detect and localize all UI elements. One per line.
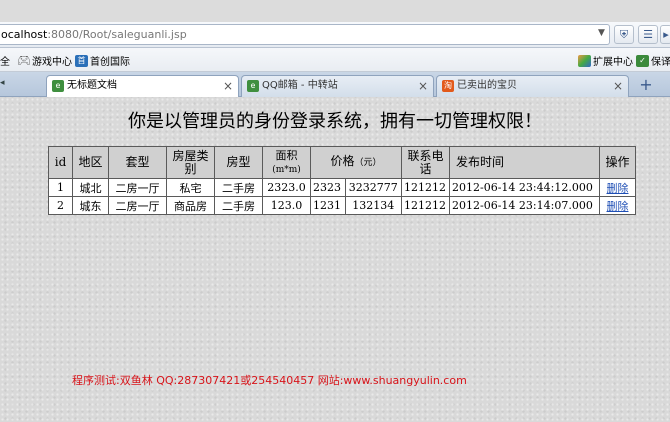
footer-credits: 程序测试:双鱼林 QQ:287307421或254540457 网站:www.s…: [72, 374, 467, 387]
listing-table: id 地区 套型 房屋类别 房型 面积 (m*m) 价格（元） 联系电话 发布时间…: [48, 146, 636, 215]
cell-time: 2012-06-14 23:44:12.000: [449, 178, 600, 197]
bookmark-label: 扩展中心: [593, 57, 633, 68]
cell-category: 私宅: [166, 178, 215, 197]
close-icon[interactable]: ×: [223, 76, 233, 96]
col-layout: 套型: [108, 146, 167, 179]
tab-sold-items[interactable]: 淘 已卖出的宝贝 ×: [436, 75, 629, 97]
table-row: 2 城东 二房一厅 商品房 二手房 123.0 1231 132134 1212…: [48, 196, 636, 215]
cell-type: 二手房: [214, 196, 263, 215]
page-icon: e: [247, 80, 259, 92]
bookmark-label: 首创国际: [90, 57, 130, 68]
tab-bar: ◂ e 无标题文档 × e QQ邮箱 - 中转站 × 淘 已卖出的宝贝 × +: [0, 72, 670, 98]
cell-id: 1: [48, 178, 73, 197]
cell-price-b: 3232777: [344, 178, 402, 197]
cell-price-a: 2323: [310, 178, 346, 197]
tab-untitled-document[interactable]: e 无标题文档 ×: [46, 75, 239, 98]
col-region: 地区: [72, 146, 109, 179]
url-input[interactable]: ocalhost:8080/Root/saleguanli.jsp: [0, 24, 610, 45]
page-title: 你是以管理员的身份登录系统，拥有一切管理权限！: [128, 111, 542, 132]
cell-price-a: 1231: [310, 196, 346, 215]
col-id: id: [48, 146, 73, 179]
cell-area: 2323.0: [262, 178, 311, 197]
bookmark-game-center[interactable]: 🎮︎ 游戏中心: [17, 53, 72, 68]
cell-region: 城东: [72, 196, 109, 215]
extension-icon: [578, 54, 591, 67]
cell-region: 城北: [72, 178, 109, 197]
col-action: 操作: [599, 146, 636, 179]
cell-action: 删除: [599, 196, 636, 215]
url-host: ocalhost: [1, 28, 48, 41]
cell-time: 2012-06-14 23:14:07.000: [449, 196, 600, 215]
delete-link[interactable]: 删除: [607, 182, 629, 195]
tab-label: 已卖出的宝贝: [457, 80, 517, 91]
cell-category: 商品房: [166, 196, 215, 215]
new-tab-button[interactable]: +: [636, 76, 656, 95]
tab-label: 无标题文档: [67, 80, 117, 91]
bookmark-label: 全: [0, 57, 10, 68]
close-icon[interactable]: ×: [613, 76, 623, 96]
col-type: 房型: [214, 146, 263, 179]
bookmark-1[interactable]: 全: [0, 53, 10, 68]
translate-icon: ✓: [636, 54, 649, 67]
menu-icon[interactable]: ☰: [638, 25, 658, 44]
col-phone: 联系电话: [401, 146, 450, 179]
bookmark-site[interactable]: 首 首创国际: [75, 53, 130, 68]
tab-qq-mail[interactable]: e QQ邮箱 - 中转站 ×: [241, 75, 434, 97]
cell-phone: 121212: [401, 178, 450, 197]
cell-layout: 二房一厅: [108, 196, 167, 215]
table-header-row: id 地区 套型 房屋类别 房型 面积 (m*m) 价格（元） 联系电话 发布时间…: [48, 146, 636, 179]
col-price: 价格（元）: [310, 146, 402, 179]
shield-icon[interactable]: ⛨: [614, 25, 634, 44]
site-icon: 首: [75, 54, 88, 67]
bookmark-translate[interactable]: ✓ 保译: [636, 53, 670, 68]
cell-action: 删除: [599, 178, 636, 197]
bookmark-extension-center[interactable]: 扩展中心: [578, 53, 633, 68]
cell-layout: 二房一厅: [108, 178, 167, 197]
page-icon: e: [52, 80, 64, 92]
page-content: 你是以管理员的身份登录系统，拥有一切管理权限！ id 地区 套型 房屋类别 房型…: [0, 97, 670, 422]
cell-price-b: 132134: [344, 196, 402, 215]
url-path: :8080/Root/saleguanli.jsp: [47, 28, 187, 41]
col-time: 发布时间: [449, 146, 600, 179]
address-bar: ocalhost:8080/Root/saleguanli.jsp ▼ ⛨ ☰ …: [0, 22, 670, 48]
bookmark-label: 游戏中心: [32, 57, 72, 68]
taobao-icon: 淘: [442, 80, 454, 92]
delete-link[interactable]: 删除: [607, 200, 629, 213]
tab-scroll-left-icon[interactable]: ◂: [0, 78, 5, 88]
close-icon[interactable]: ×: [418, 76, 428, 96]
col-category: 房屋类别: [166, 146, 215, 179]
gamepad-icon: 🎮︎: [17, 53, 31, 67]
table-row: 1 城北 二房一厅 私宅 二手房 2323.0 2323 3232777 121…: [48, 178, 636, 197]
cell-id: 2: [48, 196, 73, 215]
cell-type: 二手房: [214, 178, 263, 197]
bookmark-label: 保译: [651, 57, 670, 68]
tab-label: QQ邮箱 - 中转站: [262, 80, 338, 91]
toolbar-overflow-icon[interactable]: ▸: [660, 25, 670, 44]
bookmarks-bar: 全 🎮︎ 游戏中心 首 首创国际 扩展中心 ✓ 保译: [0, 48, 670, 72]
url-dropdown-icon[interactable]: ▼: [598, 28, 605, 38]
cell-phone: 121212: [401, 196, 450, 215]
col-area: 面积 (m*m): [262, 146, 311, 179]
cell-area: 123.0: [262, 196, 311, 215]
